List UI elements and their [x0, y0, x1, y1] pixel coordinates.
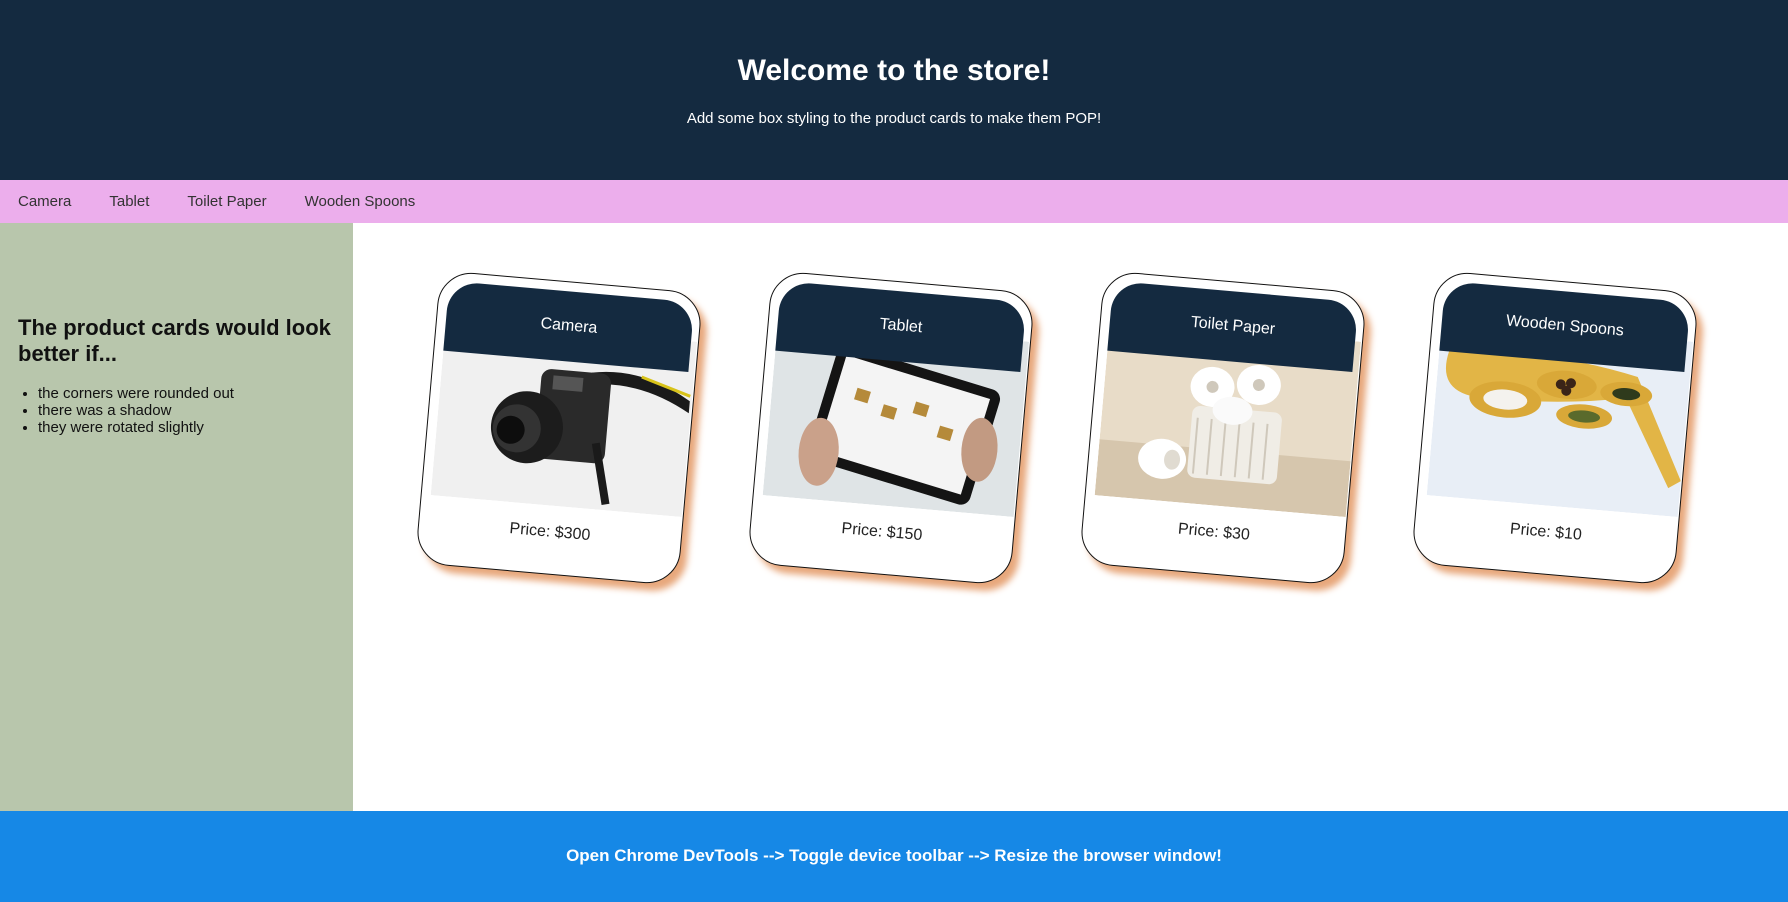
card-price: Price: $300 — [508, 520, 591, 545]
footer-text: Open Chrome DevTools --> Toggle device t… — [566, 846, 1222, 865]
nav-bar: Camera Tablet Toilet Paper Wooden Spoons — [0, 180, 1788, 223]
site-header: Welcome to the store! Add some box styli… — [0, 0, 1788, 180]
card-price: Price: $150 — [840, 520, 923, 545]
nav-item-tablet[interactable]: Tablet — [109, 193, 149, 210]
product-card-wooden-spoons[interactable]: Wooden Spoons Price: $10 — [1410, 270, 1700, 586]
card-price: Price: $10 — [1509, 520, 1583, 544]
sidebar-heading: The product cards would look better if..… — [18, 315, 331, 366]
product-card-tablet[interactable]: Tablet Price: $150 — [746, 270, 1036, 586]
sidebar-list-item: the corners were rounded out — [38, 385, 335, 402]
sidebar-list-item: they were rotated slightly — [38, 419, 335, 436]
nav-item-wooden-spoons[interactable]: Wooden Spoons — [305, 193, 416, 210]
sidebar-list-item: there was a shadow — [38, 402, 335, 419]
product-card-camera[interactable]: Camera Price: $300 — [414, 270, 704, 586]
sidebar: The product cards would look better if..… — [0, 223, 353, 811]
page-subtitle: Add some box styling to the product card… — [686, 110, 1102, 127]
nav-item-camera[interactable]: Camera — [18, 193, 71, 210]
page-title: Welcome to the store! — [737, 54, 1051, 87]
product-card-toilet-paper[interactable]: Toilet Paper Price: $30 — [1078, 270, 1368, 586]
product-area: Camera Price: $300 Tablet Price: $150 To… — [353, 223, 1788, 811]
sidebar-list: the corners were rounded out there was a… — [18, 385, 335, 436]
nav-item-toilet-paper[interactable]: Toilet Paper — [187, 193, 266, 210]
card-price: Price: $30 — [1177, 520, 1251, 544]
site-footer: Open Chrome DevTools --> Toggle device t… — [0, 811, 1788, 902]
